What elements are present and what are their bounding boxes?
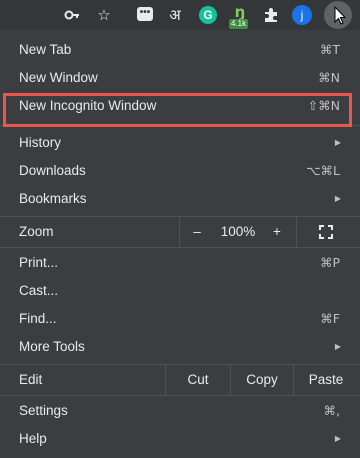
menu-item-new-window[interactable]: New Window ⌘N: [0, 64, 360, 92]
edit-row: Edit Cut Copy Paste: [0, 365, 360, 395]
zoom-divider: [296, 217, 297, 247]
menu-item-label: Find...: [19, 311, 57, 326]
menu-item-label: New Window: [19, 70, 98, 85]
fullscreen-button[interactable]: [311, 217, 341, 247]
menu-item-settings[interactable]: Settings ⌘,: [0, 397, 360, 425]
browser-toolbar: ☆ ••• अ G ŋ 4.1k j: [0, 0, 360, 30]
key-icon[interactable]: [62, 5, 82, 25]
extension-badge: 4.1k: [229, 19, 249, 29]
menu-separator: [0, 395, 360, 396]
menu-item-label: Help: [19, 431, 47, 446]
key-icon-svg: [64, 10, 79, 20]
copy-button[interactable]: Copy: [231, 365, 293, 395]
zoom-label: Zoom: [19, 224, 54, 239]
submenu-arrow-icon: ▶: [334, 138, 341, 147]
menu-item-new-tab[interactable]: New Tab ⌘T: [0, 36, 360, 64]
menu-item-label: History: [19, 135, 62, 150]
puzzle-icon-svg: [265, 8, 277, 22]
zoom-out-button[interactable]: –: [182, 217, 212, 247]
bookmark-star-icon[interactable]: ☆: [94, 5, 114, 25]
menu-item-label: Settings: [19, 403, 68, 418]
zoom-divider: [179, 217, 180, 247]
zoom-level: 100%: [220, 224, 256, 239]
menu-item-cast[interactable]: Cast...: [0, 277, 360, 305]
menu-item-label: Print...: [19, 255, 59, 270]
paste-button[interactable]: Paste: [294, 365, 358, 395]
edit-label: Edit: [19, 372, 43, 387]
menu-item-help[interactable]: Help ▶: [0, 425, 360, 453]
menu-item-downloads[interactable]: Downloads ⌥⌘L: [0, 157, 360, 185]
menu-item-shortcut: ⌥⌘L: [306, 163, 340, 178]
more-menu-button[interactable]: [324, 1, 352, 29]
extension-icon[interactable]: •••: [137, 7, 153, 21]
menu-item-shortcut: ⌘T: [319, 42, 340, 57]
menu-item-bookmarks[interactable]: Bookmarks ▶: [0, 185, 360, 213]
zoom-in-button[interactable]: +: [263, 217, 291, 247]
highlight-annotation-box: [3, 93, 352, 127]
avatar[interactable]: j: [292, 5, 312, 25]
menu-item-shortcut: ⌘P: [319, 255, 340, 270]
menu-item-label: More Tools: [19, 339, 85, 354]
zoom-row: Zoom – 100% +: [0, 217, 360, 247]
menu-item-shortcut: ⌘F: [320, 311, 340, 326]
cut-button[interactable]: Cut: [166, 365, 230, 395]
hindi-extension-icon[interactable]: अ: [165, 5, 185, 25]
menu-item-print[interactable]: Print... ⌘P: [0, 249, 360, 277]
menu-item-label: New Tab: [19, 42, 72, 57]
submenu-arrow-icon: ▶: [334, 434, 341, 443]
menu-item-find[interactable]: Find... ⌘F: [0, 305, 360, 333]
submenu-arrow-icon: ▶: [334, 342, 341, 351]
submenu-arrow-icon: ▶: [334, 194, 341, 203]
menu-item-shortcut: ⌘N: [318, 70, 340, 85]
menu-item-label: Cast...: [19, 283, 59, 298]
menu-item-shortcut: ⌘,: [323, 403, 340, 418]
menu-item-label: Bookmarks: [19, 191, 87, 206]
cursor-icon: [334, 5, 347, 25]
menu-item-history[interactable]: History ▶: [0, 129, 360, 157]
menu-item-label: Downloads: [19, 163, 86, 178]
grammarly-icon[interactable]: G: [199, 6, 217, 24]
puzzle-icon[interactable]: [261, 5, 281, 25]
menu-item-more-tools[interactable]: More Tools ▶: [0, 333, 360, 361]
fullscreen-icon: [319, 225, 333, 239]
menu-separator: [0, 247, 360, 248]
